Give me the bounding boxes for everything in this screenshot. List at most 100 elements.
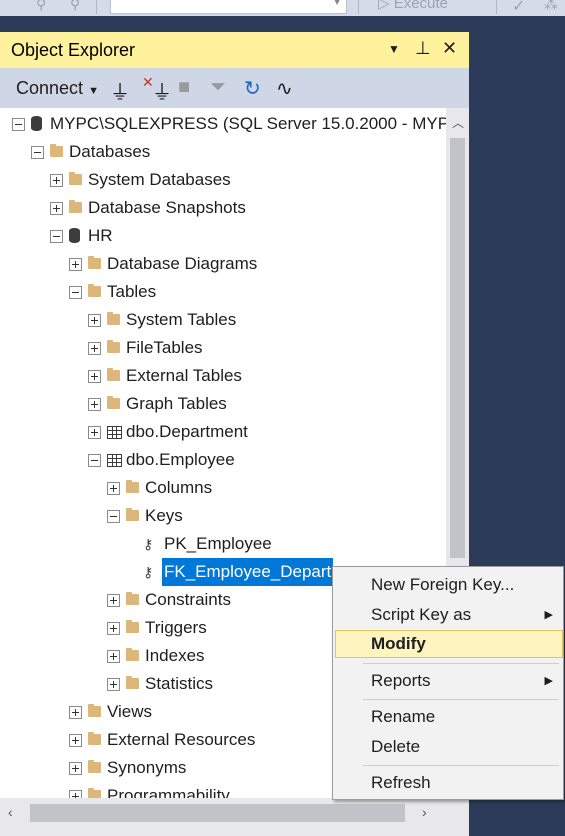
folder-icon bbox=[88, 704, 101, 717]
menu-item-label: New Foreign Key... bbox=[371, 575, 515, 594]
menu-item-label: Rename bbox=[371, 707, 436, 726]
main-toolbar: ⚲ ⚲ ▼ ▷ Execute ✓ ⁂ bbox=[0, 0, 565, 16]
expand-icon[interactable] bbox=[107, 594, 120, 607]
connect-label: Connect bbox=[16, 78, 84, 98]
menu-item-label: Refresh bbox=[371, 773, 431, 792]
tree-node-label: Database Snapshots bbox=[88, 198, 246, 217]
stop-icon[interactable]: ■ bbox=[178, 76, 190, 99]
expand-icon[interactable] bbox=[88, 426, 101, 439]
menu-separator bbox=[363, 699, 559, 700]
table-icon bbox=[107, 454, 122, 467]
toolbar-icon-1[interactable]: ⚲ bbox=[36, 0, 46, 13]
folder-icon bbox=[126, 648, 139, 661]
folder-icon bbox=[88, 732, 101, 745]
folder-icon bbox=[88, 284, 101, 297]
tree-node-label: Indexes bbox=[145, 646, 205, 665]
database-combo[interactable]: ▼ bbox=[110, 0, 347, 14]
scroll-right-icon[interactable]: › bbox=[422, 804, 427, 820]
table-icon bbox=[107, 426, 122, 439]
expand-icon[interactable] bbox=[50, 202, 63, 215]
tree-node-label: System Databases bbox=[88, 170, 231, 189]
expand-icon[interactable] bbox=[107, 650, 120, 663]
dropdown-icon[interactable]: ▼ bbox=[388, 42, 400, 56]
menu-item-label: Modify bbox=[371, 634, 426, 653]
pin-icon[interactable]: ⊥ bbox=[415, 38, 431, 59]
menu-item-refresh[interactable]: Refresh bbox=[335, 769, 561, 797]
tree-node-label: Statistics bbox=[145, 674, 214, 693]
expand-icon[interactable] bbox=[88, 398, 101, 411]
tree-node-label: Tables bbox=[107, 282, 157, 301]
menu-separator bbox=[363, 663, 559, 664]
submenu-arrow-icon: ▶ bbox=[544, 609, 553, 621]
tree-node-label: dbo.Employee bbox=[126, 450, 235, 469]
expand-icon[interactable] bbox=[69, 258, 82, 271]
connect-plug-icon[interactable]: ⏚ bbox=[110, 76, 130, 105]
tree-node-server[interactable]: MYPC\SQLEXPRESS (SQL Server 15.0.2000 - … bbox=[0, 110, 446, 138]
tree-node-label: System Tables bbox=[126, 310, 237, 329]
folder-icon bbox=[126, 508, 139, 521]
folder-icon bbox=[69, 200, 82, 213]
toolbar-separator bbox=[358, 0, 359, 14]
expand-icon[interactable] bbox=[107, 678, 120, 691]
expand-icon[interactable] bbox=[107, 482, 120, 495]
expand-icon[interactable] bbox=[69, 762, 82, 775]
database-icon bbox=[69, 228, 80, 243]
close-icon[interactable]: ✕ bbox=[442, 38, 457, 59]
expand-icon[interactable] bbox=[69, 790, 82, 798]
tree-node-label: Constraints bbox=[145, 590, 231, 609]
connect-button[interactable]: Connect ▼ bbox=[16, 78, 99, 99]
panel-title-bar[interactable]: Object Explorer ▼ ⊥ ✕ bbox=[0, 32, 469, 68]
primary-key-icon: ⚷ bbox=[143, 536, 154, 552]
refresh-icon[interactable]: ↻ bbox=[244, 76, 261, 101]
activity-monitor-icon[interactable]: ∿ bbox=[276, 76, 293, 101]
tree-node-label: Triggers bbox=[145, 618, 207, 637]
toolbar-icon-2[interactable]: ⚲ bbox=[70, 0, 80, 13]
tree-node-label: Views bbox=[107, 702, 153, 721]
scroll-up-icon[interactable]: ︿ bbox=[452, 114, 464, 131]
expand-icon[interactable] bbox=[88, 314, 101, 327]
expand-icon[interactable] bbox=[107, 622, 120, 635]
tree-node-label: Database Diagrams bbox=[107, 254, 258, 273]
chevron-down-icon: ▼ bbox=[88, 85, 99, 97]
folder-icon bbox=[126, 480, 139, 493]
expand-icon[interactable] bbox=[69, 706, 82, 719]
expand-icon[interactable] bbox=[69, 734, 82, 747]
collapse-icon[interactable] bbox=[12, 118, 25, 131]
menu-item-rename[interactable]: Rename bbox=[335, 703, 561, 731]
collapse-icon[interactable] bbox=[88, 454, 101, 467]
folder-icon bbox=[88, 760, 101, 773]
debug-icon[interactable]: ⁂ bbox=[544, 0, 558, 13]
expand-icon[interactable] bbox=[88, 342, 101, 355]
horizontal-scroll-thumb[interactable] bbox=[30, 804, 405, 822]
menu-item-delete[interactable]: Delete bbox=[335, 733, 561, 761]
expand-icon[interactable] bbox=[88, 370, 101, 383]
menu-item-new-foreign-key[interactable]: New Foreign Key... bbox=[335, 571, 561, 599]
menu-item-modify[interactable]: Modify bbox=[335, 630, 563, 658]
collapse-icon[interactable] bbox=[31, 146, 44, 159]
submenu-arrow-icon: ▶ bbox=[544, 675, 553, 687]
scroll-left-icon[interactable]: ‹ bbox=[8, 804, 13, 820]
tree-node-label: dbo.Department bbox=[126, 422, 248, 441]
folder-icon bbox=[69, 172, 82, 185]
chevron-down-icon: ▼ bbox=[332, 0, 342, 8]
vertical-scroll-thumb[interactable] bbox=[450, 138, 465, 558]
execute-button[interactable]: ▷ Execute bbox=[378, 0, 448, 12]
disconnect-plug-icon[interactable]: ⏚ bbox=[152, 76, 172, 105]
check-icon[interactable]: ✓ bbox=[512, 0, 525, 16]
folder-icon bbox=[50, 144, 63, 157]
folder-icon bbox=[88, 788, 101, 798]
filter-icon[interactable]: ⏷ bbox=[210, 76, 226, 99]
collapse-icon[interactable] bbox=[107, 510, 120, 523]
execute-label: Execute bbox=[393, 0, 448, 12]
menu-item-reports[interactable]: Reports ▶ bbox=[335, 667, 561, 695]
folder-icon bbox=[126, 676, 139, 689]
collapse-icon[interactable] bbox=[50, 230, 63, 243]
menu-item-script-key-as[interactable]: Script Key as ▶ bbox=[335, 601, 561, 629]
expand-icon[interactable] bbox=[50, 174, 63, 187]
collapse-icon[interactable] bbox=[69, 286, 82, 299]
tree-node-label: Columns bbox=[145, 478, 213, 497]
tree-node-label: Synonyms bbox=[107, 758, 187, 777]
tree-node-label: Databases bbox=[69, 142, 151, 161]
server-icon bbox=[31, 116, 42, 131]
folder-icon bbox=[107, 368, 120, 381]
